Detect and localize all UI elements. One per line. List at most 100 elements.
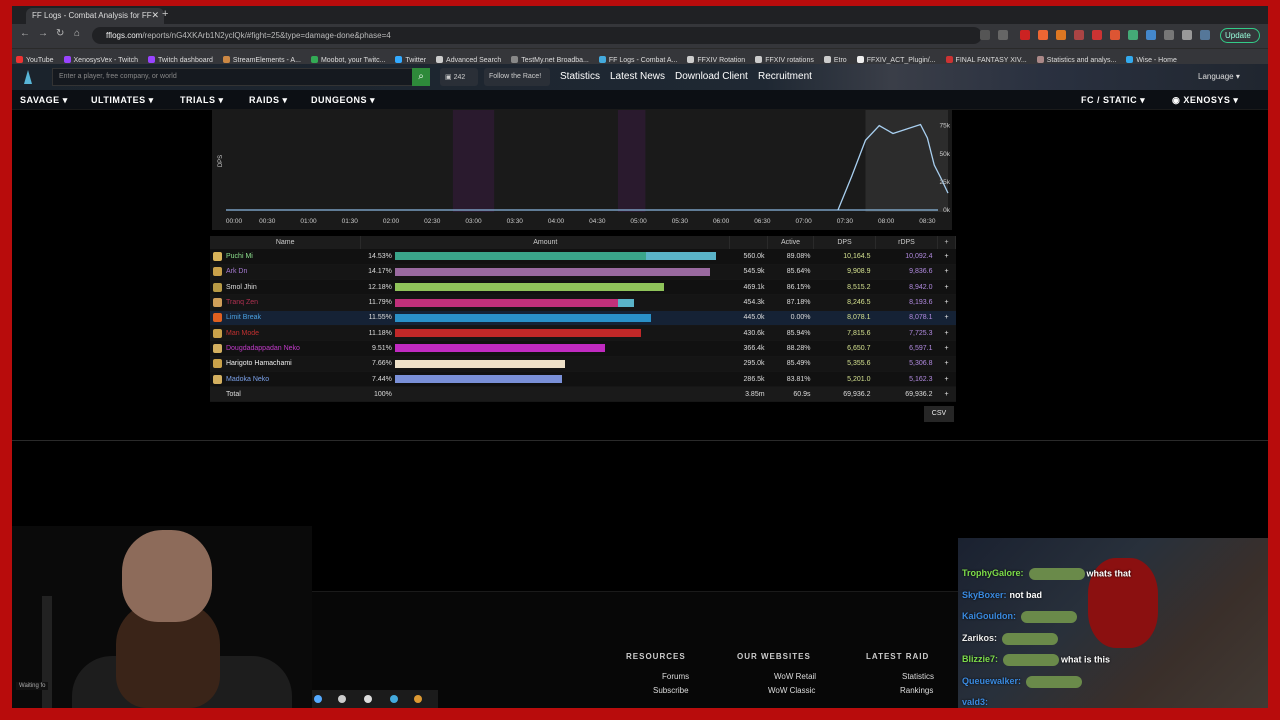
chat-username[interactable]: Blizzie7: — [962, 654, 998, 664]
nav-latest-news[interactable]: Latest News — [610, 71, 665, 82]
table-row[interactable]: Smol Jhin 12.18% 469.1k 86.15% 8,515.2 8,942.… — [210, 279, 956, 296]
bookmark-item[interactable]: Etro — [823, 56, 847, 64]
chat-username[interactable]: TrophyGalore: — [962, 568, 1024, 578]
expand-plus-icon[interactable]: + — [937, 310, 956, 326]
extension-icon[interactable] — [1110, 30, 1120, 40]
nav-statistics[interactable]: Statistics — [560, 71, 600, 82]
footer-link-forums[interactable]: Forums — [662, 672, 689, 681]
messages-button[interactable]: ▣ 242 — [440, 68, 478, 86]
footer-link-statistics[interactable]: Statistics — [902, 672, 934, 681]
table-row[interactable]: Dougdadappadan Neko 9.51% 366.4k 88.28% 6,65… — [210, 340, 956, 357]
expand-plus-icon[interactable]: + — [937, 264, 956, 281]
maps-icon[interactable] — [364, 695, 372, 703]
col-name[interactable]: Name — [210, 236, 362, 249]
csv-button[interactable]: CSV — [924, 406, 954, 422]
bookmark-item[interactable]: Wise - Home — [1126, 56, 1177, 64]
extension-icon[interactable] — [1092, 30, 1102, 40]
fflogs-icon[interactable] — [390, 695, 398, 703]
bookmark-item[interactable]: Advanced Search — [436, 56, 501, 64]
extension-icon[interactable] — [1056, 30, 1066, 40]
table-row[interactable]: Harigoto Hamachami 7.66% 295.0k 85.49% 5,355… — [210, 356, 956, 372]
bookmark-item[interactable]: FINAL FANTASY XIV... — [945, 56, 1027, 64]
expand-plus-icon[interactable]: + — [937, 356, 956, 372]
url-field[interactable]: fflogs.com/reports/nG4XKArb1N2yclQk/#fig… — [92, 27, 982, 44]
col-amount[interactable]: Amount — [360, 236, 731, 249]
fflogs-logo[interactable] — [24, 70, 32, 84]
table-row[interactable]: Puchi Mi 14.53% 560.0k 89.08% 10,164.5 10,092… — [210, 249, 956, 265]
expand-plus-icon[interactable]: + — [937, 279, 956, 296]
player-name[interactable]: Dougdadappadan Neko — [225, 340, 361, 357]
forward-icon[interactable]: → — [38, 28, 48, 39]
player-name[interactable]: Smol Jhin — [225, 279, 361, 296]
col-rdps[interactable]: rDPS — [875, 236, 938, 249]
bookmark-item[interactable]: Moobot, your Twitc... — [310, 56, 385, 64]
player-name[interactable]: Man Mode — [225, 325, 361, 342]
folder-icon[interactable] — [414, 695, 422, 703]
search-icon[interactable]: ⌕ — [412, 68, 430, 86]
chat-username[interactable]: KaiGouldon: — [962, 611, 1016, 621]
bookmark-item[interactable]: StreamElements - A... — [222, 56, 301, 64]
table-row[interactable]: Tranq Zen 11.79% 454.3k 87.18% 8,246.5 8,193.… — [210, 294, 956, 311]
player-name[interactable]: Limit Break — [225, 310, 361, 326]
search-input[interactable]: Enter a player, free company, or world — [52, 68, 430, 86]
extensions-puzzle-icon[interactable] — [1164, 30, 1174, 40]
close-tab-icon[interactable]: ✕ — [151, 10, 159, 21]
follow-race-button[interactable]: Follow the Race! — [484, 68, 550, 86]
extension-icon[interactable] — [1128, 30, 1138, 40]
nav-dungeons[interactable]: DUNGEONS ▾ — [311, 95, 375, 106]
language-selector[interactable]: Language ▾ — [1198, 72, 1240, 81]
bookmark-item[interactable]: Statistics and analys... — [1036, 56, 1116, 64]
bookmark-item[interactable]: Twitter — [395, 56, 426, 64]
extension-abp-icon[interactable] — [1020, 30, 1030, 40]
sidebar-icon[interactable] — [1182, 30, 1192, 40]
footer-link-rankings[interactable]: Rankings — [900, 686, 933, 695]
nav-savage[interactable]: SAVAGE ▾ — [20, 95, 68, 106]
update-button[interactable]: Update — [1220, 28, 1260, 43]
bookmark-item[interactable]: FFXIV_ACT_Plugin/... — [856, 56, 936, 64]
nav-raids[interactable]: RAIDS ▾ — [249, 95, 288, 106]
expand-plus-icon[interactable]: + — [937, 294, 956, 311]
bookmark-item[interactable]: FFXIV Rotation — [687, 56, 745, 64]
col-dps[interactable]: DPS — [813, 236, 876, 249]
home-icon[interactable]: ⌂ — [74, 28, 80, 39]
reload-icon[interactable]: ↻ — [56, 28, 64, 39]
bookmark-item[interactable]: TestMy.net Broadba... — [511, 56, 589, 64]
chat-username[interactable]: SkyBoxer: — [962, 590, 1007, 600]
dps-graph[interactable]: DPS 00:00 00:30 01:00 01:30 02:00 02:30 03:00 0… — [212, 110, 952, 230]
footer-link-wow-classic[interactable]: WoW Classic — [768, 686, 815, 695]
nav-recruitment[interactable]: Recruitment — [758, 71, 812, 82]
table-row[interactable]: Limit Break 11.55% 445.0k 0.00% 8,078.1 8,078… — [210, 310, 956, 326]
chat-username[interactable]: vald3: — [962, 697, 988, 707]
expand-plus-icon[interactable]: + — [937, 249, 956, 265]
col-plus[interactable]: + — [937, 236, 957, 249]
col-active[interactable]: Active — [767, 236, 815, 249]
player-name[interactable]: Harigoto Hamachami — [225, 356, 361, 372]
nav-download-client[interactable]: Download Client — [675, 71, 748, 82]
extension-icon[interactable] — [1146, 30, 1156, 40]
table-row[interactable]: Man Mode 11.18% 430.6k 85.94% 7,815.6 7,725.3… — [210, 325, 956, 342]
table-row[interactable]: Madoka Neko 7.44% 286.5k 83.81% 5,201.0 5,162… — [210, 371, 956, 388]
player-name[interactable]: Puchi Mi — [225, 249, 361, 265]
profile-avatar[interactable] — [1200, 30, 1210, 40]
expand-plus-icon[interactable]: + — [937, 325, 956, 342]
chat-username[interactable]: Queuewalker: — [962, 676, 1021, 686]
star-icon[interactable] — [998, 30, 1008, 40]
extension-icon[interactable] — [1038, 30, 1048, 40]
browser-tab[interactable]: FF Logs - Combat Analysis for FF ✕ — [26, 8, 164, 24]
back-icon[interactable]: ← — [20, 28, 30, 39]
table-row[interactable]: Ark Dn 14.17% 545.9k 85.64% 9,908.9 9,836.6 + — [210, 264, 956, 281]
nav-ultimates[interactable]: ULTIMATES ▾ — [91, 95, 154, 106]
player-name[interactable]: Ark Dn — [225, 264, 361, 281]
extension-icon[interactable] — [1074, 30, 1084, 40]
bookmark-item[interactable]: FF Logs - Combat A... — [598, 56, 677, 64]
app-icon[interactable] — [338, 695, 346, 703]
expand-plus-icon[interactable]: + — [937, 371, 956, 388]
footer-link-wow-retail[interactable]: WoW Retail — [774, 672, 816, 681]
player-name[interactable]: Madoka Neko — [225, 371, 361, 388]
expand-plus-icon[interactable]: + — [937, 386, 956, 403]
user-menu[interactable]: ◉ XENOSYS ▾ — [1172, 95, 1238, 106]
expand-plus-icon[interactable]: + — [937, 340, 956, 357]
bookmark-item[interactable]: XenosysVex - Twitch — [63, 56, 138, 64]
bookmark-item[interactable]: FFXIV rotations — [755, 56, 814, 64]
player-name[interactable]: Tranq Zen — [225, 294, 361, 311]
